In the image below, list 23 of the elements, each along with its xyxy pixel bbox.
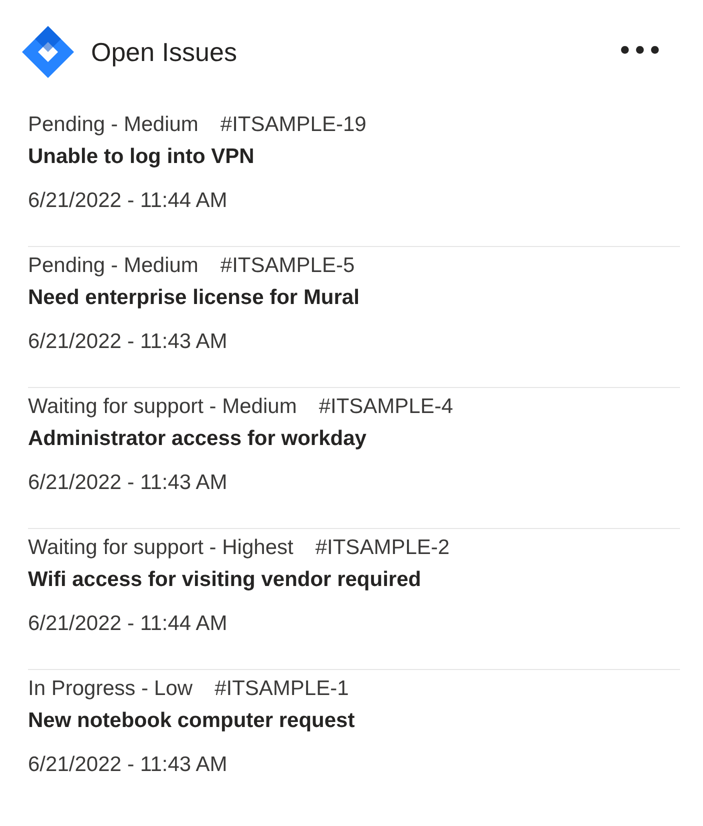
- issue-date: 6/21/2022 - 11:44 AM: [28, 188, 228, 214]
- header-title: Open Issues: [91, 36, 237, 68]
- issue-key: #ITSAMPLE-4: [318, 392, 454, 422]
- issue-key: #ITSAMPLE-5: [220, 251, 355, 281]
- issue-date: 6/21/2022 - 11:43 AM: [28, 470, 228, 496]
- issue-status: Waiting for support - Highest: [28, 535, 294, 561]
- logo-icon: [20, 24, 76, 80]
- issue-status: Pending - Medium: [28, 112, 198, 138]
- issue-key: #ITSAMPLE-19: [220, 110, 366, 140]
- issue-summary[interactable]: Wifi access for visiting vendor required: [28, 563, 680, 597]
- more-menu-button[interactable]: •••: [618, 41, 663, 63]
- issue-status: Waiting for support - Medium: [28, 394, 297, 420]
- issue-key: #ITSAMPLE-1: [214, 674, 349, 704]
- issue-status: In Progress - Low: [28, 676, 193, 702]
- issue-date: 6/21/2022 - 11:43 AM: [28, 752, 228, 778]
- issue-summary[interactable]: New notebook computer request: [28, 704, 680, 738]
- issue-summary[interactable]: Administrator access for workday: [28, 422, 680, 456]
- issue-key: #ITSAMPLE-2: [315, 533, 450, 563]
- issue-summary[interactable]: Need enterprise license for Mural: [28, 281, 680, 315]
- issue-date: 6/21/2022 - 11:44 AM: [28, 611, 228, 637]
- issue-date: 6/21/2022 - 11:43 AM: [28, 329, 228, 355]
- issue-status: Pending - Medium: [28, 253, 198, 279]
- issue-summary[interactable]: Unable to log into VPN: [28, 140, 680, 174]
